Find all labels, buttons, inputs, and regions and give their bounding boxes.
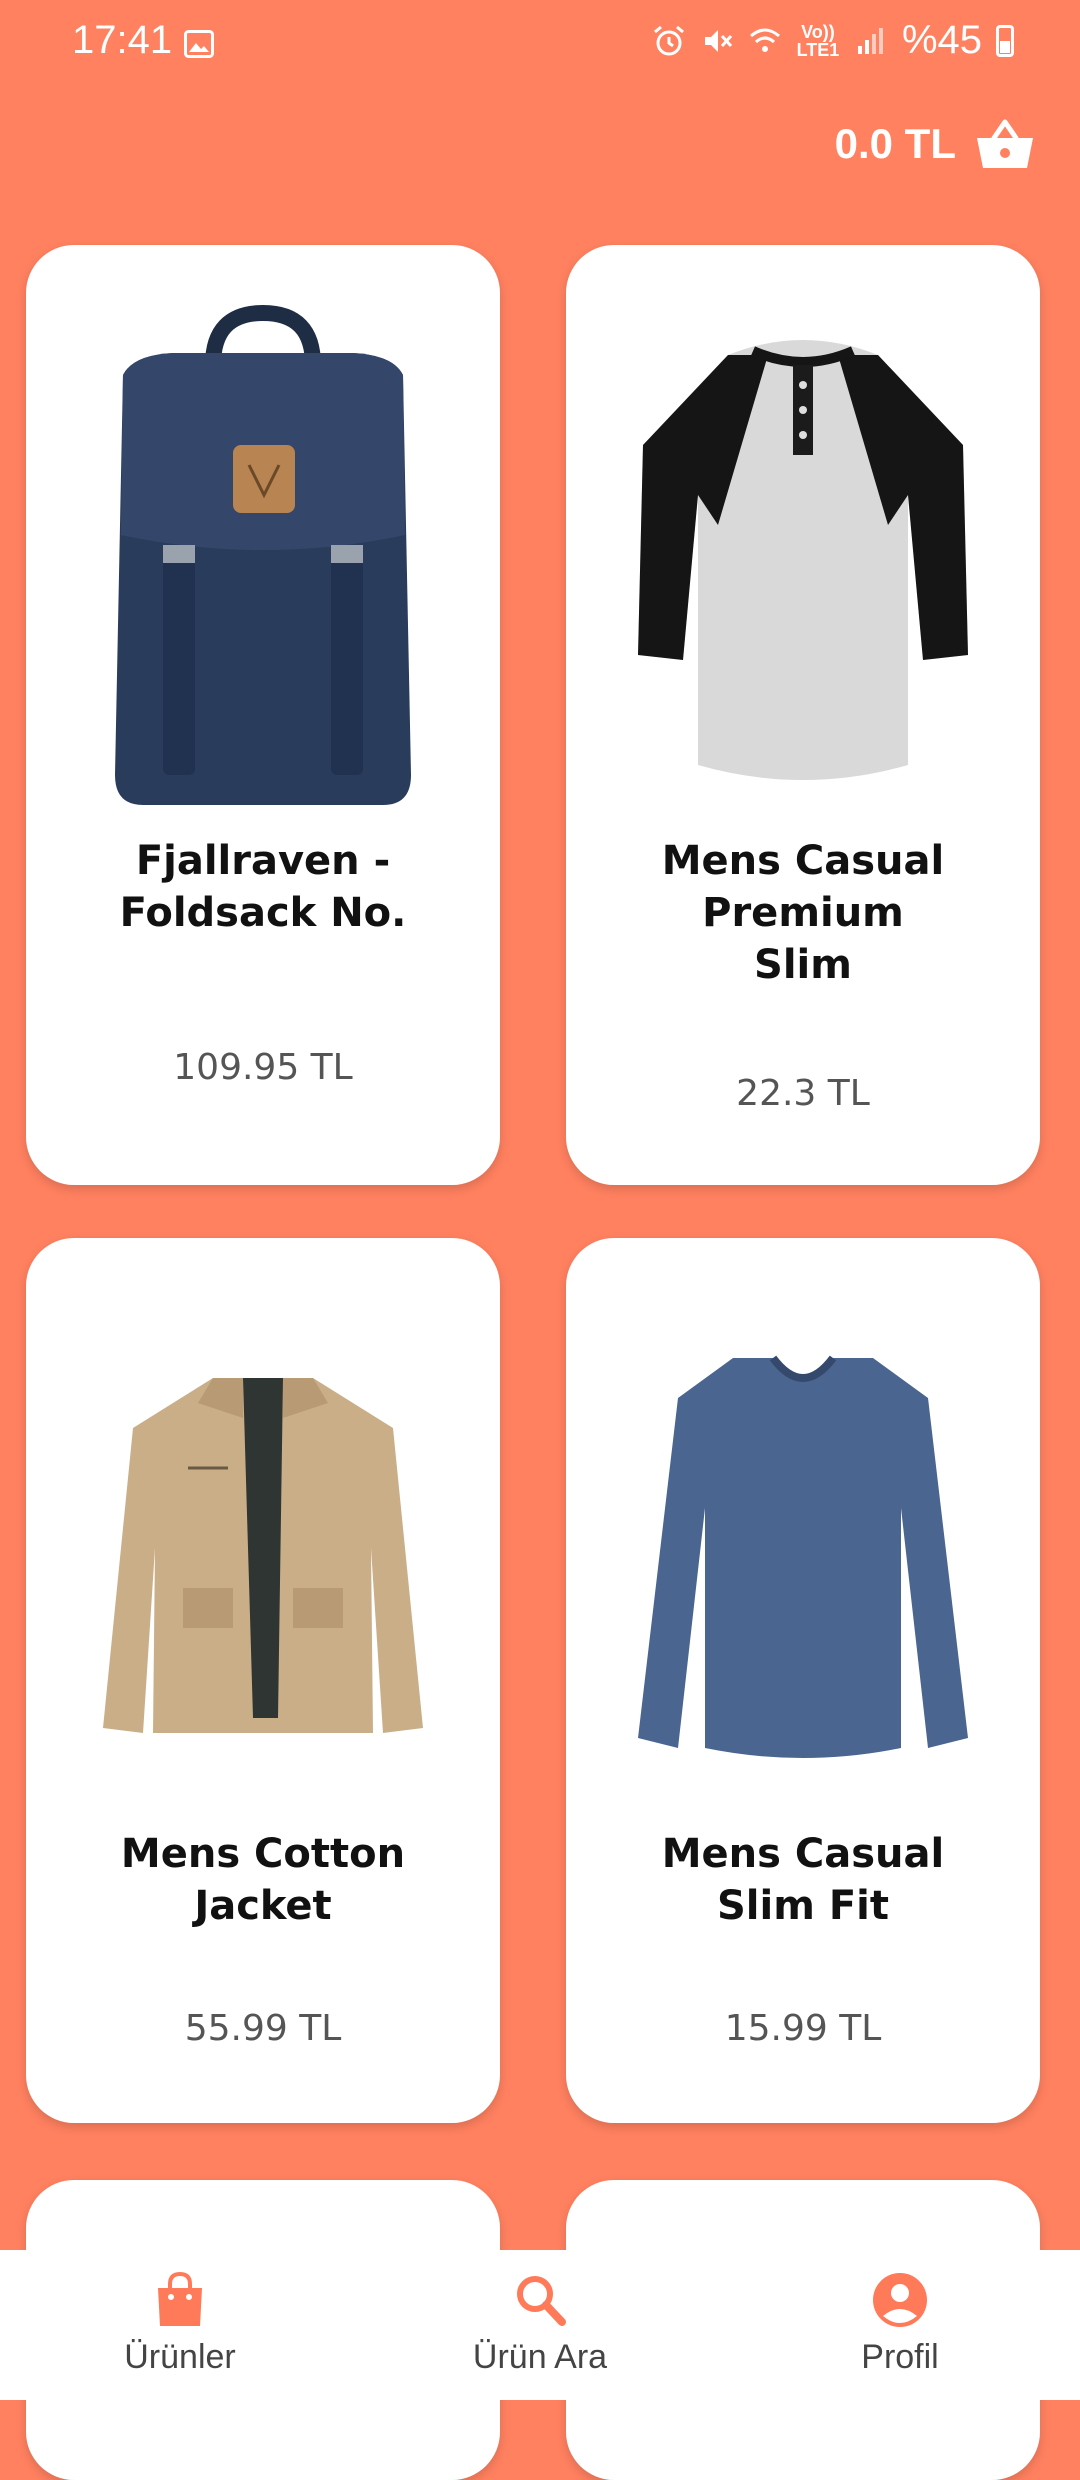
nav-label-search: Ürün Ara (472, 2338, 608, 2376)
alarm-icon (653, 25, 684, 55)
nav-item-products[interactable]: Ürünler (30, 2272, 330, 2377)
mute-icon (704, 29, 733, 52)
product-card[interactable]: Mens Casual Premium Slim 22.3 TL (566, 245, 1040, 1185)
status-time: 17:41 (72, 18, 173, 62)
nav-item-search[interactable]: Ürün Ara (390, 2272, 690, 2377)
status-bar: 17:41 Vo)) LTE1 %45 (0, 0, 1080, 90)
backpack-image (115, 305, 411, 805)
cart-summary[interactable]: 0.0 TL (835, 116, 1036, 172)
product-price: 55.99 TL (184, 2008, 342, 2049)
product-card[interactable]: Mens Casual Slim Fit 15.99 TL (566, 1238, 1040, 2123)
nav-label-products: Ürünler (124, 2338, 236, 2376)
nav-item-profile[interactable]: Profil (750, 2272, 1050, 2377)
product-title: Mens Casual Slim Fit (661, 1831, 945, 1929)
product-title: Mens Casual Premium Slim (661, 838, 945, 988)
image-icon (184, 30, 214, 58)
product-price: 15.99 TL (724, 2008, 882, 2049)
product-title: Mens Cotton Jacket (120, 1831, 406, 1929)
product-image (26, 1358, 500, 1748)
product-card[interactable]: Mens Cotton Jacket 55.99 TL (26, 1238, 500, 2123)
wifi-icon (749, 28, 780, 52)
product-title: Fjallraven - Foldsack No. (119, 838, 407, 936)
product-card[interactable]: Fjallraven - Foldsack No. 109.95 TL (26, 245, 500, 1185)
product-image (566, 1338, 1040, 1778)
nav-label-profile: Profil (861, 2338, 939, 2376)
shopping-bag-icon (158, 2272, 202, 2326)
product-image (26, 305, 500, 805)
account-circle-icon (873, 2273, 927, 2327)
battery-icon (996, 24, 1014, 57)
search-icon (517, 2276, 566, 2326)
cart-total: 0.0 TL (834, 120, 956, 167)
bottom-navigation: Ürünler Ürün Ara Profil (0, 2250, 1080, 2400)
raglan-shirt-image (638, 340, 968, 780)
basket-icon[interactable] (974, 116, 1036, 172)
product-price: 109.95 TL (173, 1047, 353, 1088)
long-sleeve-shirt-image (638, 1355, 968, 1758)
jacket-image (103, 1378, 423, 1733)
battery-percent: %45 (901, 18, 982, 62)
product-price: 22.3 TL (736, 1073, 870, 1114)
status-icons: Vo)) LTE1 %45 (652, 18, 1014, 63)
product-image (566, 325, 1040, 785)
network-label: Vo)) LTE1 (796, 21, 840, 60)
signal-icon (857, 27, 883, 54)
